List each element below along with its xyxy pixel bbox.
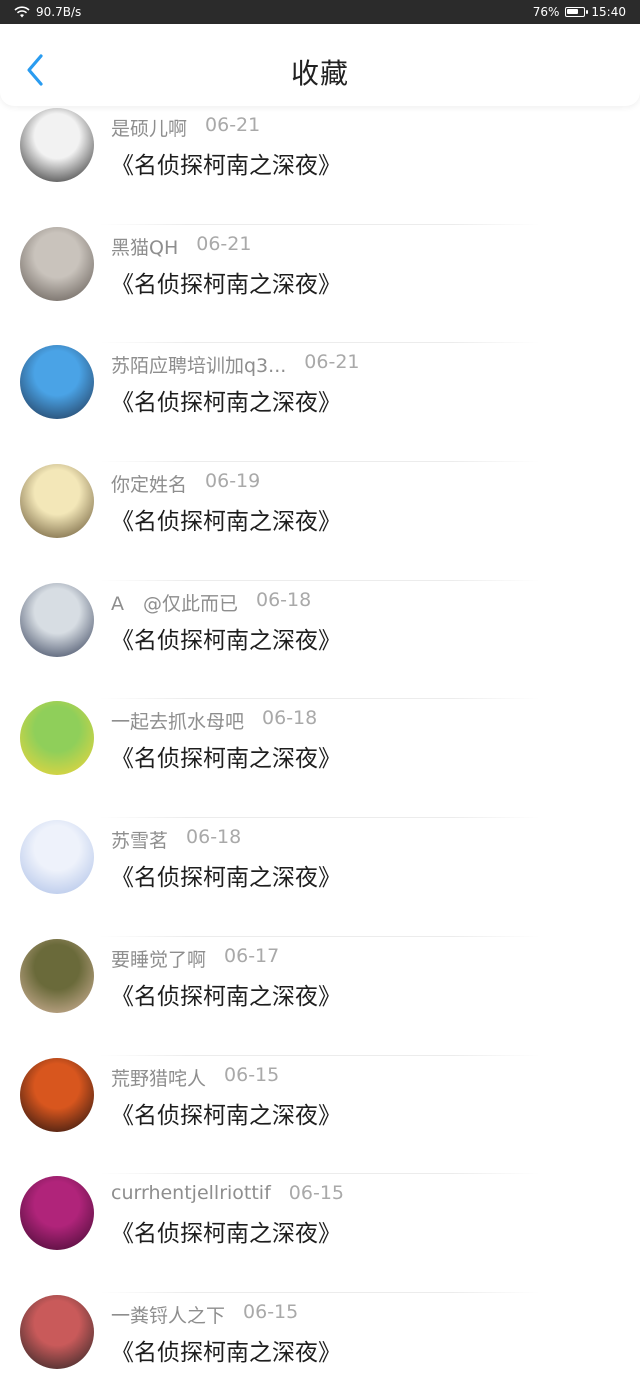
list-item[interactable]: 苏陌应聘培训加q3... 06-21 《名侦探柯南之深夜》 (0, 343, 640, 463)
date: 06-15 (243, 1300, 299, 1323)
username[interactable]: 一粪锊人之下 (111, 1301, 225, 1328)
date: 06-21 (205, 114, 261, 136)
username[interactable]: 黑猫QH (111, 233, 178, 260)
avatar[interactable] (20, 1057, 94, 1132)
list-item[interactable]: 荒野猎咤人 06-15 《名侦探柯南之深夜》 (0, 1056, 640, 1175)
avatar[interactable] (20, 820, 94, 895)
username[interactable]: 你定姓名 (111, 470, 187, 497)
story-title[interactable]: 《名侦探柯南之深夜》 (111, 858, 341, 892)
username[interactable]: 要睡觉了啊 (111, 945, 206, 972)
date: 06-21 (196, 232, 252, 255)
date: 06-21 (304, 351, 360, 374)
story-title[interactable]: 《名侦探柯南之深夜》 (111, 146, 341, 180)
username[interactable]: 苏陌应聘培训加q3... (111, 351, 286, 378)
date: 06-19 (205, 470, 261, 493)
meta-line: 苏陌应聘培训加q3... 06-21 (111, 351, 360, 378)
meta-line: 要睡觉了啊 06-17 (111, 945, 279, 972)
list-item[interactable]: 苏雪茗 06-18 《名侦探柯南之深夜》 (0, 818, 640, 937)
header: 收藏 (0, 24, 640, 106)
battery-icon (565, 7, 589, 17)
date: 06-15 (224, 1063, 280, 1086)
avatar[interactable] (20, 938, 94, 1013)
story-title[interactable]: 《名侦探柯南之深夜》 (111, 739, 341, 773)
avatar[interactable] (20, 1294, 94, 1369)
story-title[interactable]: 《名侦探柯南之深夜》 (111, 977, 341, 1011)
date: 06-17 (224, 944, 280, 967)
meta-line: 是硕儿啊 06-21 (111, 114, 260, 141)
avatar[interactable] (20, 701, 94, 776)
story-title[interactable]: 《名侦探柯南之深夜》 (111, 1096, 341, 1130)
meta-line: 你定姓名 06-19 (111, 470, 260, 497)
clock: 15:40 (591, 5, 626, 19)
username[interactable]: 一起去抓水母吧 (111, 707, 244, 734)
status-left: 90.7B/s (14, 5, 81, 19)
meta-line: currhentjellriottif 06-15 (111, 1182, 344, 1204)
list-item[interactable]: 要睡觉了啊 06-17 《名侦探柯南之深夜》 (0, 937, 640, 1056)
date: 06-18 (186, 826, 242, 849)
network-speed: 90.7B/s (36, 5, 82, 19)
avatar[interactable] (20, 464, 94, 539)
avatar[interactable] (20, 226, 94, 301)
list-item[interactable]: 黑猫QH 06-21 《名侦探柯南之深夜》 (0, 225, 640, 344)
username[interactable]: 是硕儿啊 (111, 114, 187, 141)
date: 06-15 (288, 1182, 344, 1205)
username[interactable]: A @仅此而已 (111, 589, 238, 616)
battery-fill (567, 9, 579, 14)
story-title[interactable]: 《名侦探柯南之深夜》 (111, 621, 341, 655)
meta-line: 一起去抓水母吧 06-18 (111, 707, 317, 734)
list-item[interactable]: 一粪锊人之下 06-15 《名侦探柯南之深夜》 (0, 1293, 640, 1392)
list-item[interactable]: 你定姓名 06-19 《名侦探柯南之深夜》 (0, 462, 640, 581)
list-item[interactable]: A @仅此而已 06-18 《名侦探柯南之深夜》 (0, 581, 640, 700)
wifi-icon (14, 6, 30, 18)
date: 06-18 (262, 707, 318, 730)
story-title[interactable]: 《名侦探柯南之深夜》 (111, 383, 341, 417)
meta-line: A @仅此而已 06-18 (111, 589, 311, 616)
status-bar: 90.7B/s 76% 15:40 (0, 0, 640, 24)
page-title: 收藏 (290, 57, 349, 90)
story-title[interactable]: 《名侦探柯南之深夜》 (111, 265, 341, 299)
story-title[interactable]: 《名侦探柯南之深夜》 (111, 1333, 341, 1367)
meta-line: 苏雪茗 06-18 (111, 826, 241, 853)
avatar[interactable] (20, 582, 94, 657)
list-item[interactable]: 是硕儿啊 06-21 《名侦探柯南之深夜》 (0, 106, 640, 225)
avatar[interactable] (20, 345, 94, 420)
battery-percent: 76% (532, 5, 560, 19)
avatar[interactable] (20, 1176, 94, 1251)
avatar[interactable] (20, 108, 94, 182)
story-title[interactable]: 《名侦探柯南之深夜》 (111, 1214, 341, 1248)
username[interactable]: 荒野猎咤人 (111, 1064, 206, 1091)
username[interactable]: currhentjellriottif (111, 1182, 271, 1204)
story-title[interactable]: 《名侦探柯南之深夜》 (111, 502, 341, 536)
list-item[interactable]: 一起去抓水母吧 06-18 《名侦探柯南之深夜》 (0, 699, 640, 819)
status-right: 76% 15:40 (533, 5, 626, 19)
username[interactable]: 苏雪茗 (111, 826, 168, 853)
favorites-list: 是硕儿啊 06-21 《名侦探柯南之深夜》 黑猫QH 06-21 《名侦探柯南之深夜》 苏陌… (0, 106, 640, 1392)
meta-line: 一粪锊人之下 06-15 (111, 1301, 298, 1328)
meta-line: 黑猫QH 06-21 (111, 233, 251, 260)
date: 06-18 (256, 588, 312, 611)
list-item[interactable]: currhentjellriottif 06-15 《名侦探柯南之深夜》 (0, 1174, 640, 1293)
meta-line: 荒野猎咤人 06-15 (111, 1064, 279, 1091)
